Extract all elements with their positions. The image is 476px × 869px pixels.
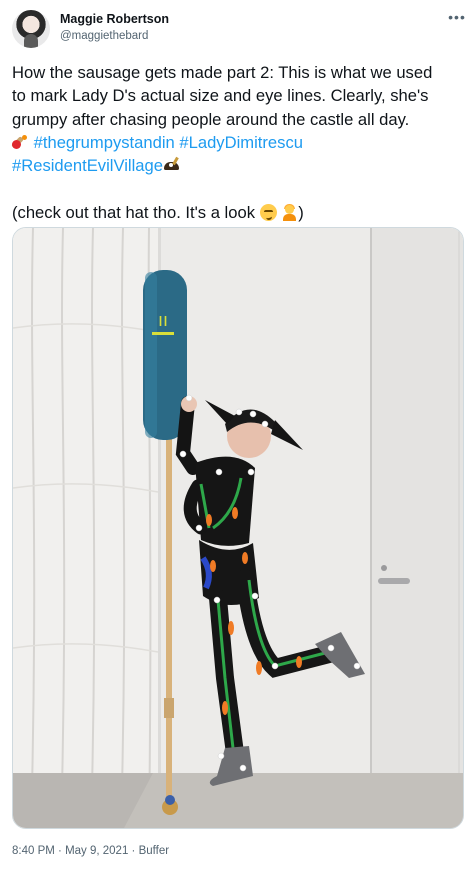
author-block: Maggie Robertson @maggiethebard xyxy=(60,12,169,43)
meta-separator: · xyxy=(54,845,66,857)
more-horizontal-icon[interactable]: ••• xyxy=(446,6,468,28)
stand-in-face-eyes: ıı xyxy=(158,310,168,331)
tweet-meta: 8:40 PM · May 9, 2021 · Buffer xyxy=(12,844,169,858)
closing-text: (check out that hat tho. It's a look xyxy=(12,202,260,222)
photo-illustration: ıı xyxy=(13,228,463,828)
pirate-hat-emoji xyxy=(163,156,180,174)
door-handle xyxy=(378,578,410,584)
hashtag-link[interactable]: #thegrumpystandin xyxy=(34,133,175,152)
tweet-photo[interactable]: ıı xyxy=(12,227,464,829)
closing-paren: ) xyxy=(298,202,304,222)
tweet-text: How the sausage gets made part 2: This i… xyxy=(11,61,468,224)
tweet-time[interactable]: 8:40 PM xyxy=(12,845,55,857)
author-display-name[interactable]: Maggie Robertson xyxy=(60,12,169,27)
smirk-emoji xyxy=(259,203,277,221)
photo-door xyxy=(371,228,463,773)
stand-in-pole xyxy=(166,428,172,808)
tweet-line: grumpy after chasing people around the c… xyxy=(12,109,410,129)
tweet-line: How the sausage gets made part 2: This i… xyxy=(12,63,433,82)
tweet-line-hashtags: #ResidentEvilVillage xyxy=(12,154,468,177)
tweet-date[interactable]: May 9, 2021 xyxy=(65,845,128,857)
tweet-card: Maggie Robertson @maggiethebard ••• How … xyxy=(0,0,476,869)
author-handle[interactable]: @maggiethebard xyxy=(60,29,169,43)
hashtag-link[interactable]: #LadyDimitrescu xyxy=(179,133,303,152)
tweet-line-closing: (check out that hat tho. It's a look ) xyxy=(12,201,468,224)
tipping-hand-person-emoji xyxy=(281,203,298,221)
tweet-line-hashtags: #thegrumpystandin #LadyDimitrescu xyxy=(11,131,468,154)
tweet-line: to mark Lady D's actual size and eye lin… xyxy=(12,86,429,106)
meta-separator: · xyxy=(128,845,139,857)
cannon-emoji xyxy=(11,134,29,151)
avatar[interactable] xyxy=(12,10,50,48)
hashtag-link[interactable]: #ResidentEvilVillage xyxy=(12,156,163,175)
tweet-source[interactable]: Buffer xyxy=(139,845,169,857)
